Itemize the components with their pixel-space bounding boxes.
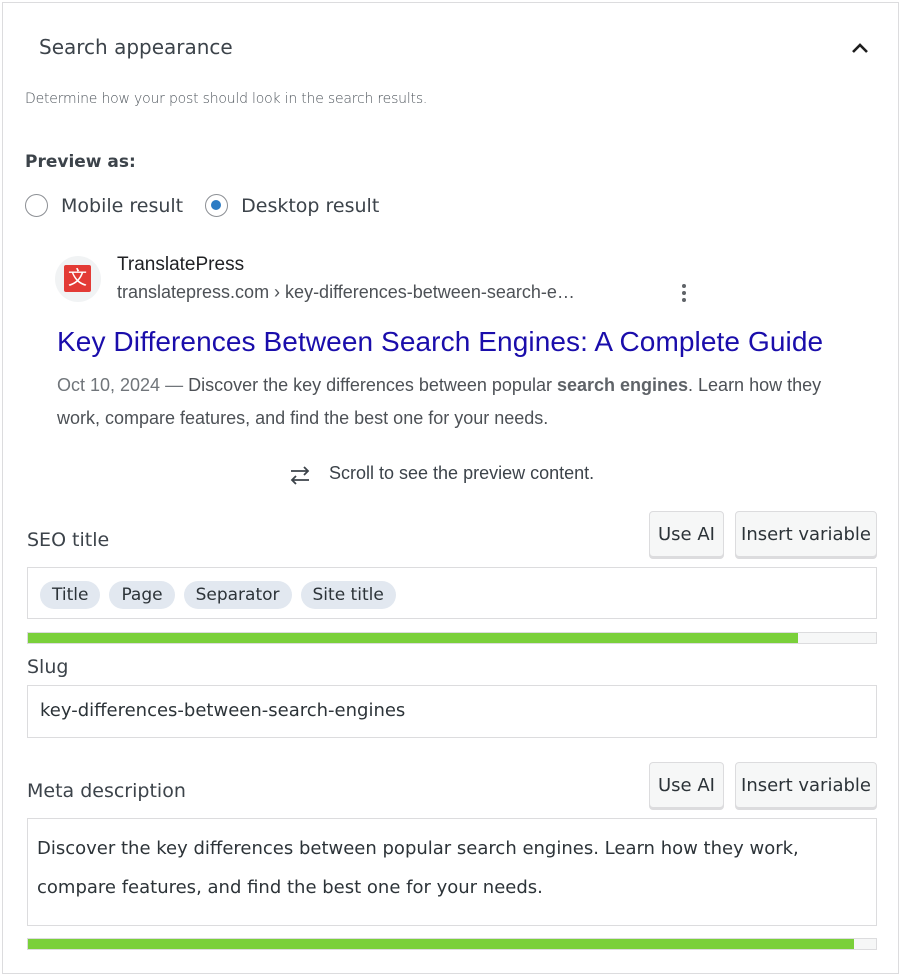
meta-use-ai-button[interactable]: Use AI — [649, 762, 724, 808]
scroll-hint-text: Scroll to see the preview content. — [329, 462, 595, 483]
seo-title-input[interactable]: Title Page Separator Site title — [27, 567, 877, 619]
panel-header[interactable]: Search appearance — [3, 3, 898, 91]
slug-input[interactable]: key-differences-between-search-engines — [27, 685, 877, 738]
serp-desc-bold: search engines — [556, 375, 689, 395]
mobile-radio-label: Mobile result — [61, 194, 184, 217]
serp-site-name: TranslatePress — [117, 254, 245, 275]
variable-chip-separator[interactable]: Separator — [183, 581, 292, 609]
translatepress-favicon-icon: 文 — [64, 265, 91, 292]
favicon-wrapper: 文 — [55, 256, 101, 302]
seo-title-progress-bar — [27, 632, 877, 644]
serp-desc-text-end: . Learn how they — [688, 375, 822, 395]
serp-title-link[interactable]: Key Differences Between Search Engines: … — [57, 326, 823, 358]
serp-desc-line2: work, compare features, and find the bes… — [57, 408, 549, 428]
seo-title-progress-fill — [28, 633, 798, 643]
more-options-icon[interactable] — [677, 282, 691, 304]
variable-chip-page[interactable]: Page — [109, 581, 175, 609]
seo-title-label: SEO title — [27, 529, 110, 551]
serp-description: Oct 10, 2024 — Discover the key differen… — [57, 369, 875, 432]
variable-chip-title[interactable]: Title — [40, 581, 101, 609]
variable-chip-site-title[interactable]: Site title — [300, 581, 396, 609]
preview-as-label: Preview as: — [25, 152, 136, 172]
radio-option-mobile[interactable]: Mobile result — [25, 194, 183, 217]
chevron-up-icon[interactable] — [848, 38, 872, 58]
scroll-hint: Scroll to see the preview content. — [287, 457, 594, 489]
desktop-radio[interactable] — [205, 194, 229, 217]
slug-value: key-differences-between-search-engines — [40, 700, 406, 721]
meta-insert-variable-button[interactable]: Insert variable — [735, 762, 877, 808]
meta-description-textarea[interactable]: Discover the key differences between pop… — [27, 818, 877, 926]
seo-title-insert-variable-button[interactable]: Insert variable — [735, 511, 877, 557]
preview-mode-radio-group: Mobile result Desktop result — [25, 194, 401, 217]
seo-title-chips: Title Page Separator Site title — [40, 581, 405, 609]
seo-title-use-ai-button[interactable]: Use AI — [649, 511, 724, 557]
meta-description-progress-bar — [27, 938, 877, 950]
panel-description: Determine how your post should look in t… — [25, 91, 428, 107]
slug-label: Slug — [27, 656, 69, 678]
panel-title: Search appearance — [39, 35, 233, 59]
swap-arrows-icon — [290, 466, 310, 485]
meta-description-label: Meta description — [27, 780, 186, 802]
serp-desc-text: Discover the key differences between pop… — [183, 375, 557, 395]
meta-description-progress-fill — [28, 939, 854, 949]
mobile-radio[interactable] — [25, 194, 48, 217]
meta-description-value: Discover the key differences between pop… — [37, 838, 799, 898]
radio-option-desktop[interactable]: Desktop result — [205, 194, 379, 217]
search-result-preview: 文 TranslatePress translatepress.com › ke… — [55, 252, 875, 432]
serp-url: translatepress.com › key-differences-bet… — [117, 282, 575, 302]
serp-date: Oct 10, 2024 — — [57, 375, 184, 395]
desktop-radio-label: Desktop result — [241, 194, 380, 217]
